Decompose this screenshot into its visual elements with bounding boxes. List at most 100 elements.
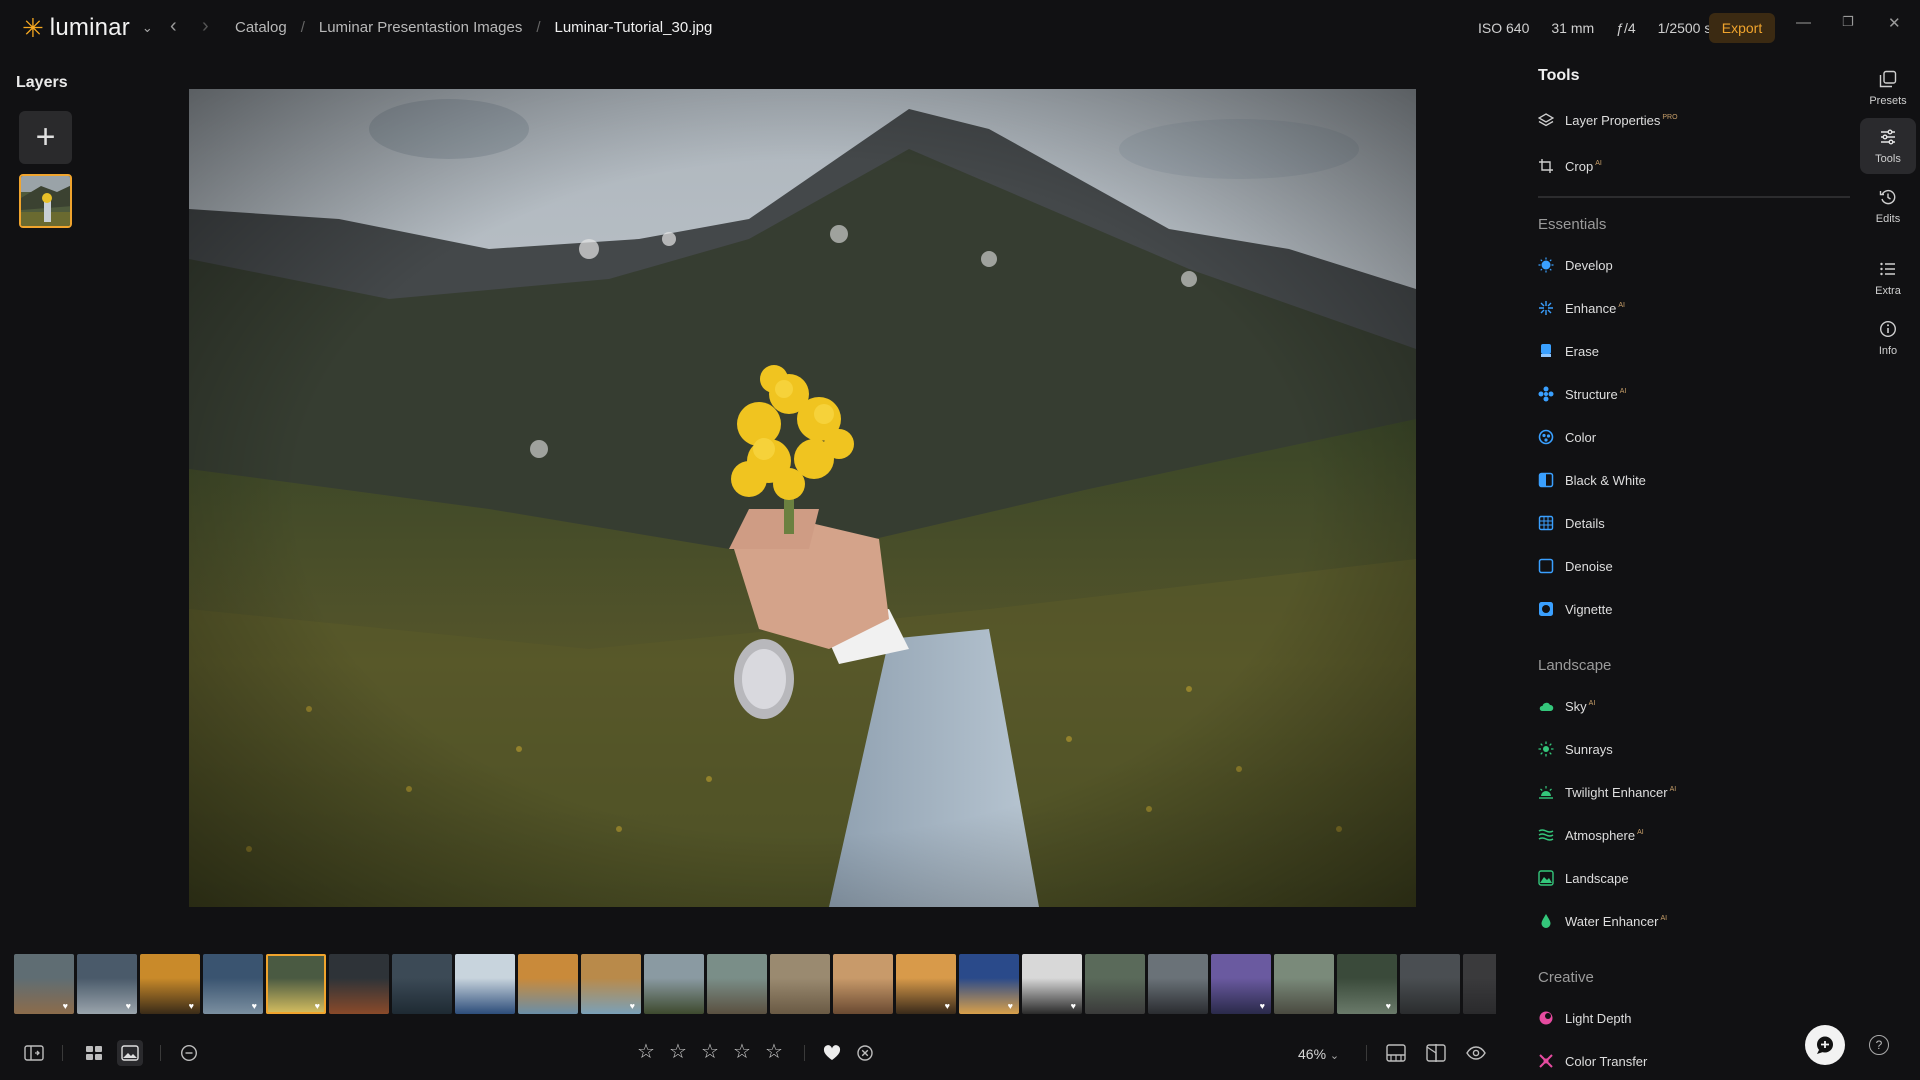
edits-icon <box>1879 188 1897 209</box>
rating-star-4[interactable]: ☆ <box>733 1042 751 1062</box>
back-arrow-icon[interactable]: ‹ <box>170 16 177 36</box>
rating-star-1[interactable]: ☆ <box>637 1042 655 1062</box>
breadcrumb-catalog[interactable]: Catalog <box>235 19 287 36</box>
tool-denoise[interactable]: Denoise <box>1538 552 1615 580</box>
grid-view-icon[interactable] <box>83 1042 105 1064</box>
main-photo[interactable] <box>189 89 1416 907</box>
tool-sunrays[interactable]: Sunrays <box>1538 735 1615 763</box>
filmstrip-thumbnail[interactable] <box>1463 954 1496 1014</box>
filmstrip-thumbnail[interactable]: ♥ <box>896 954 956 1014</box>
breadcrumb-file: Luminar-Tutorial_30.jpg <box>554 19 713 36</box>
tool-label: Develop <box>1565 257 1613 273</box>
tool-develop[interactable]: Develop <box>1538 251 1615 279</box>
rating-star-3[interactable]: ☆ <box>701 1042 719 1062</box>
zoom-value: 46% <box>1298 1046 1327 1062</box>
zoom-dropdown[interactable]: 46% ⌄ <box>1298 1046 1339 1062</box>
filmstrip-thumbnail[interactable] <box>1085 954 1145 1014</box>
compare-icon[interactable] <box>178 1042 200 1064</box>
ai-badge: AI <box>1660 915 1668 923</box>
tool-atmosphere[interactable]: Atmosphere AI <box>1538 821 1644 849</box>
sun-logo-icon: ✳ <box>22 13 44 43</box>
export-button[interactable]: Export <box>1709 13 1775 43</box>
favorite-heart-icon: ♥ <box>125 1001 131 1011</box>
sunrays-icon <box>1538 741 1554 757</box>
rail-info[interactable]: Info <box>1860 310 1916 366</box>
filmstrip-thumbnail[interactable] <box>833 954 893 1014</box>
help-button[interactable]: ? <box>1869 1035 1889 1055</box>
favorite-heart-icon: ♥ <box>1259 1001 1265 1011</box>
rating-star-5[interactable]: ☆ <box>765 1042 783 1062</box>
tool-label: Color Transfer <box>1565 1053 1648 1069</box>
filmstrip-thumbnail[interactable] <box>644 954 704 1014</box>
tool-crop[interactable]: Crop AI <box>1538 152 1602 180</box>
filmstrip-thumbnail[interactable]: ♥ <box>14 954 74 1014</box>
filmstrip-thumbnail[interactable]: ♥ <box>140 954 200 1014</box>
filmstrip-thumbnail[interactable] <box>329 954 389 1014</box>
chat-button[interactable] <box>1805 1025 1845 1065</box>
tool-landscape[interactable]: Landscape <box>1538 864 1631 892</box>
tool-sky[interactable]: Sky AI <box>1538 692 1595 720</box>
light-depth-icon <box>1538 1010 1554 1026</box>
tools-divider <box>1538 196 1850 198</box>
tool-vignette[interactable]: Vignette <box>1538 595 1614 623</box>
ai-badge: AI <box>1618 302 1625 310</box>
filmstrip-thumbnail[interactable] <box>1400 954 1460 1014</box>
tool-black-white[interactable]: Black & White <box>1538 466 1648 494</box>
app-logo[interactable]: ✳ luminar ⌄ <box>22 14 153 42</box>
close-icon[interactable]: ✕ <box>1888 14 1901 32</box>
breadcrumb-album[interactable]: Luminar Presentastion Images <box>319 19 522 36</box>
rail-presets[interactable]: Presets <box>1860 60 1916 116</box>
tool-enhance[interactable]: Enhance AI <box>1538 294 1625 322</box>
tool-label: Sky <box>1565 698 1587 714</box>
filmstrip-toggle-icon[interactable] <box>1385 1042 1407 1064</box>
tool-erase[interactable]: Erase <box>1538 337 1601 365</box>
ai-badge: AI <box>1619 388 1627 396</box>
denoise-icon <box>1538 558 1554 574</box>
filmstrip-thumbnail[interactable] <box>392 954 452 1014</box>
question-icon: ? <box>1875 1038 1883 1052</box>
filmstrip-thumbnail[interactable] <box>455 954 515 1014</box>
breadcrumb: Catalog / Luminar Presentastion Images /… <box>235 19 712 36</box>
filmstrip-thumbnail[interactable]: ♥ <box>266 954 326 1014</box>
split-view-icon[interactable] <box>1425 1042 1447 1064</box>
forward-arrow-icon[interactable]: › <box>202 16 209 36</box>
tool-details[interactable]: Details <box>1538 509 1607 537</box>
filmstrip-thumbnail[interactable] <box>707 954 767 1014</box>
add-layer-button[interactable]: + <box>19 111 72 164</box>
tool-label: Light Depth <box>1565 1010 1632 1026</box>
tool-light-depth[interactable]: Light Depth <box>1538 1004 1634 1032</box>
filmstrip-thumbnail[interactable]: ♥ <box>1337 954 1397 1014</box>
structure-icon <box>1538 386 1554 402</box>
reject-icon[interactable] <box>854 1042 876 1064</box>
tool-color-transfer[interactable]: Color Transfer <box>1538 1047 1649 1075</box>
filmstrip-thumbnail[interactable] <box>1148 954 1208 1014</box>
restore-icon[interactable]: ❐ <box>1842 14 1854 30</box>
toggle-panel-icon[interactable] <box>23 1042 45 1064</box>
rail-edits[interactable]: Edits <box>1860 178 1916 234</box>
tool-layer-properties[interactable]: Layer Properties PRO <box>1538 106 1678 134</box>
filmstrip-thumbnail[interactable]: ♥ <box>959 954 1019 1014</box>
layer-thumbnail[interactable] <box>19 174 72 228</box>
tool-color[interactable]: Color <box>1538 423 1598 451</box>
filmstrip-thumbnail[interactable]: ♥ <box>581 954 641 1014</box>
filmstrip-thumbnail[interactable]: ♥ <box>1022 954 1082 1014</box>
filmstrip-thumbnail[interactable] <box>1274 954 1334 1014</box>
tool-structure[interactable]: Structure AI <box>1538 380 1626 408</box>
rail-extra[interactable]: Extra <box>1860 250 1916 306</box>
filmstrip-thumbnail[interactable] <box>518 954 578 1014</box>
favorite-heart-icon: ♥ <box>314 1001 320 1011</box>
filmstrip-thumbnail[interactable] <box>770 954 830 1014</box>
rating-star-2[interactable]: ☆ <box>669 1042 687 1062</box>
pro-badge: PRO <box>1662 114 1678 122</box>
eye-icon[interactable] <box>1465 1042 1487 1064</box>
tool-label: Structure <box>1565 386 1618 402</box>
tool-water-enhancer[interactable]: Water Enhancer AI <box>1538 907 1667 935</box>
filmstrip-thumbnail[interactable]: ♥ <box>1211 954 1271 1014</box>
minimize-icon[interactable]: — <box>1796 14 1811 31</box>
rail-tools[interactable]: Tools <box>1860 118 1916 174</box>
single-view-icon[interactable] <box>117 1040 143 1066</box>
filmstrip-thumbnail[interactable]: ♥ <box>77 954 137 1014</box>
tool-twilight-enhancer[interactable]: Twilight Enhancer AI <box>1538 778 1676 806</box>
filmstrip-thumbnail[interactable]: ♥ <box>203 954 263 1014</box>
favorite-heart-icon[interactable] <box>821 1042 843 1064</box>
